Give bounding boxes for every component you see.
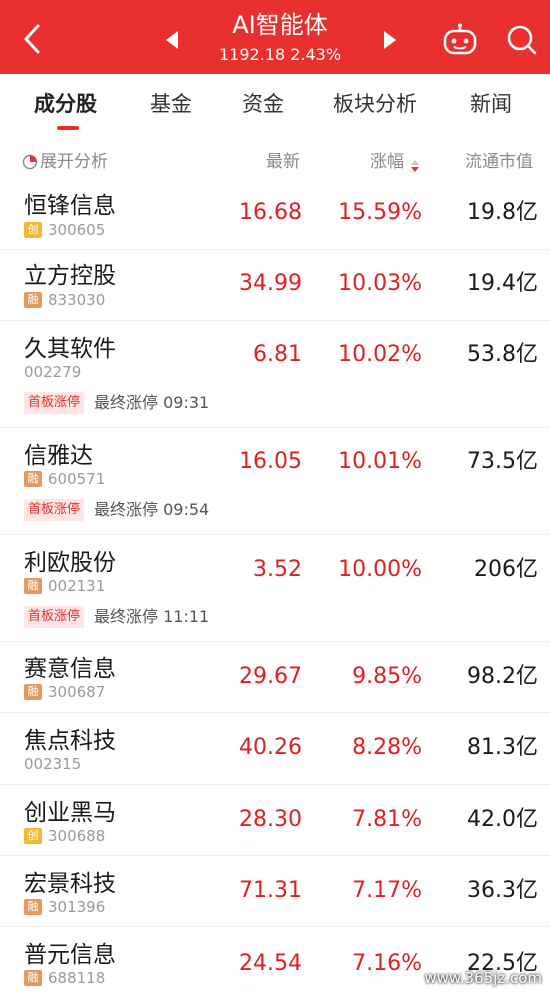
stock-code: 300605 (48, 221, 106, 239)
margin-badge: 融 (24, 684, 42, 700)
stock-code: 002131 (48, 577, 106, 595)
active-tab-indicator (57, 126, 79, 130)
stock-float-cap: 42.0亿 (467, 807, 538, 832)
stock-code: 600571 (48, 470, 106, 488)
stock-change: 7.16% (352, 951, 422, 976)
stock-name: 焦点科技 (24, 728, 116, 754)
margin-badge: 融 (24, 578, 42, 594)
limit-up-tag: 首板涨停 (24, 499, 85, 521)
stock-change: 15.59% (338, 200, 422, 225)
stock-name: 普元信息 (24, 942, 116, 968)
column-header: 展开分析 最新 涨幅 流通市值 (0, 140, 550, 184)
margin-badge: 融 (24, 970, 42, 986)
next-icon[interactable] (378, 28, 402, 52)
page-title: AI智能体 (232, 11, 328, 39)
sort-icon[interactable] (410, 157, 420, 172)
stock-code: 300687 (48, 683, 106, 701)
stock-float-cap: 19.4亿 (467, 271, 538, 296)
prev-icon[interactable] (160, 28, 184, 52)
stock-name: 宏景科技 (24, 871, 116, 897)
margin-badge: 融 (24, 471, 42, 487)
stock-price: 29.67 (239, 664, 302, 689)
stock-price: 28.30 (239, 807, 302, 832)
stock-price: 3.52 (253, 557, 302, 582)
stock-row[interactable]: 久其软件 002279 6.81 10.02% 53.8亿 首板涨停 最终涨停 … (0, 321, 550, 428)
stock-price: 40.26 (239, 735, 302, 760)
stock-price: 24.54 (239, 951, 302, 976)
stock-change: 7.81% (352, 807, 422, 832)
search-icon[interactable] (502, 22, 542, 58)
stock-price: 16.05 (239, 449, 302, 474)
margin-badge: 融 (24, 292, 42, 308)
stock-change: 8.28% (352, 735, 422, 760)
stock-row[interactable]: 创业黑马 创 300688 28.30 7.81% 42.0亿 (0, 785, 550, 856)
index-quote: 1192.18 2.43% (218, 45, 342, 64)
stock-float-cap: 73.5亿 (467, 449, 538, 474)
stock-code: 002315 (24, 755, 82, 773)
column-latest[interactable]: 最新 (266, 150, 300, 174)
chinext-badge: 创 (24, 828, 42, 844)
limit-up-time: 最终涨停 09:54 (94, 500, 210, 519)
expand-analysis-icon[interactable] (22, 154, 38, 170)
chinext-badge: 创 (24, 222, 42, 238)
stock-name: 立方控股 (24, 263, 116, 289)
column-float-cap[interactable]: 流通市值 (465, 150, 533, 174)
tab-constituents[interactable]: 成分股 (34, 90, 97, 118)
stock-price: 71.31 (239, 878, 302, 903)
stock-name: 创业黑马 (24, 800, 116, 826)
stock-float-cap: 206亿 (474, 557, 538, 582)
limit-up-time: 最终涨停 09:31 (94, 393, 210, 412)
robot-icon[interactable] (440, 22, 480, 58)
stock-price: 34.99 (239, 271, 302, 296)
stock-change: 10.00% (338, 557, 422, 582)
stock-row[interactable]: 焦点科技 002315 40.26 8.28% 81.3亿 (0, 713, 550, 785)
stock-code: 301396 (48, 898, 106, 916)
back-icon[interactable] (18, 22, 48, 56)
stock-change: 10.01% (338, 449, 422, 474)
stock-name: 久其软件 (24, 336, 116, 362)
stock-name: 信雅达 (24, 443, 93, 469)
tab-sector-analysis[interactable]: 板块分析 (333, 90, 417, 118)
stock-row[interactable]: 信雅达 融 600571 16.05 10.01% 73.5亿 首板涨停 最终涨… (0, 428, 550, 535)
stock-row[interactable]: 宏景科技 融 301396 71.31 7.17% 36.3亿 (0, 856, 550, 927)
stock-row[interactable]: 恒锋信息 创 300605 16.68 15.59% 19.8亿 (0, 186, 550, 250)
tab-funds[interactable]: 基金 (150, 90, 192, 118)
stock-row[interactable]: 立方控股 融 833030 34.99 10.03% 19.4亿 (0, 250, 550, 321)
tab-capital[interactable]: 资金 (242, 90, 284, 118)
limit-up-tag: 首板涨停 (24, 606, 85, 628)
stock-code: 833030 (48, 291, 106, 309)
stock-price: 16.68 (239, 200, 302, 225)
stock-change: 10.03% (338, 271, 422, 296)
stock-price: 6.81 (253, 342, 302, 367)
stock-float-cap: 81.3亿 (467, 735, 538, 760)
stock-code: 688118 (48, 969, 106, 987)
column-change[interactable]: 涨幅 (370, 150, 404, 174)
expand-analysis-button[interactable]: 展开分析 (40, 150, 108, 174)
margin-badge: 融 (24, 899, 42, 915)
stock-row[interactable]: 利欧股份 融 002131 3.52 10.00% 206亿 首板涨停 最终涨停… (0, 535, 550, 642)
stock-float-cap: 53.8亿 (467, 342, 538, 367)
limit-up-tag: 首板涨停 (24, 392, 85, 414)
stock-code: 002279 (24, 363, 82, 381)
stock-row[interactable]: 赛意信息 融 300687 29.67 9.85% 98.2亿 (0, 642, 550, 713)
limit-up-time: 最终涨停 11:11 (94, 607, 210, 626)
stock-change: 9.85% (352, 664, 422, 689)
stock-change: 7.17% (352, 878, 422, 903)
stock-float-cap: 36.3亿 (467, 878, 538, 903)
stock-float-cap: 19.8亿 (467, 200, 538, 225)
tab-news[interactable]: 新闻 (470, 90, 512, 118)
stock-code: 300688 (48, 827, 106, 845)
stock-change: 10.02% (338, 342, 422, 367)
stock-float-cap: 98.2亿 (467, 664, 538, 689)
stock-name: 赛意信息 (24, 656, 116, 682)
stock-name: 恒锋信息 (24, 193, 116, 219)
stock-name: 利欧股份 (24, 550, 116, 576)
watermark: www.365jz.com (424, 969, 542, 987)
tab-bar: 成分股 基金 资金 板块分析 新闻 (0, 74, 550, 136)
top-bar: AI智能体 1192.18 2.43% (0, 0, 550, 74)
